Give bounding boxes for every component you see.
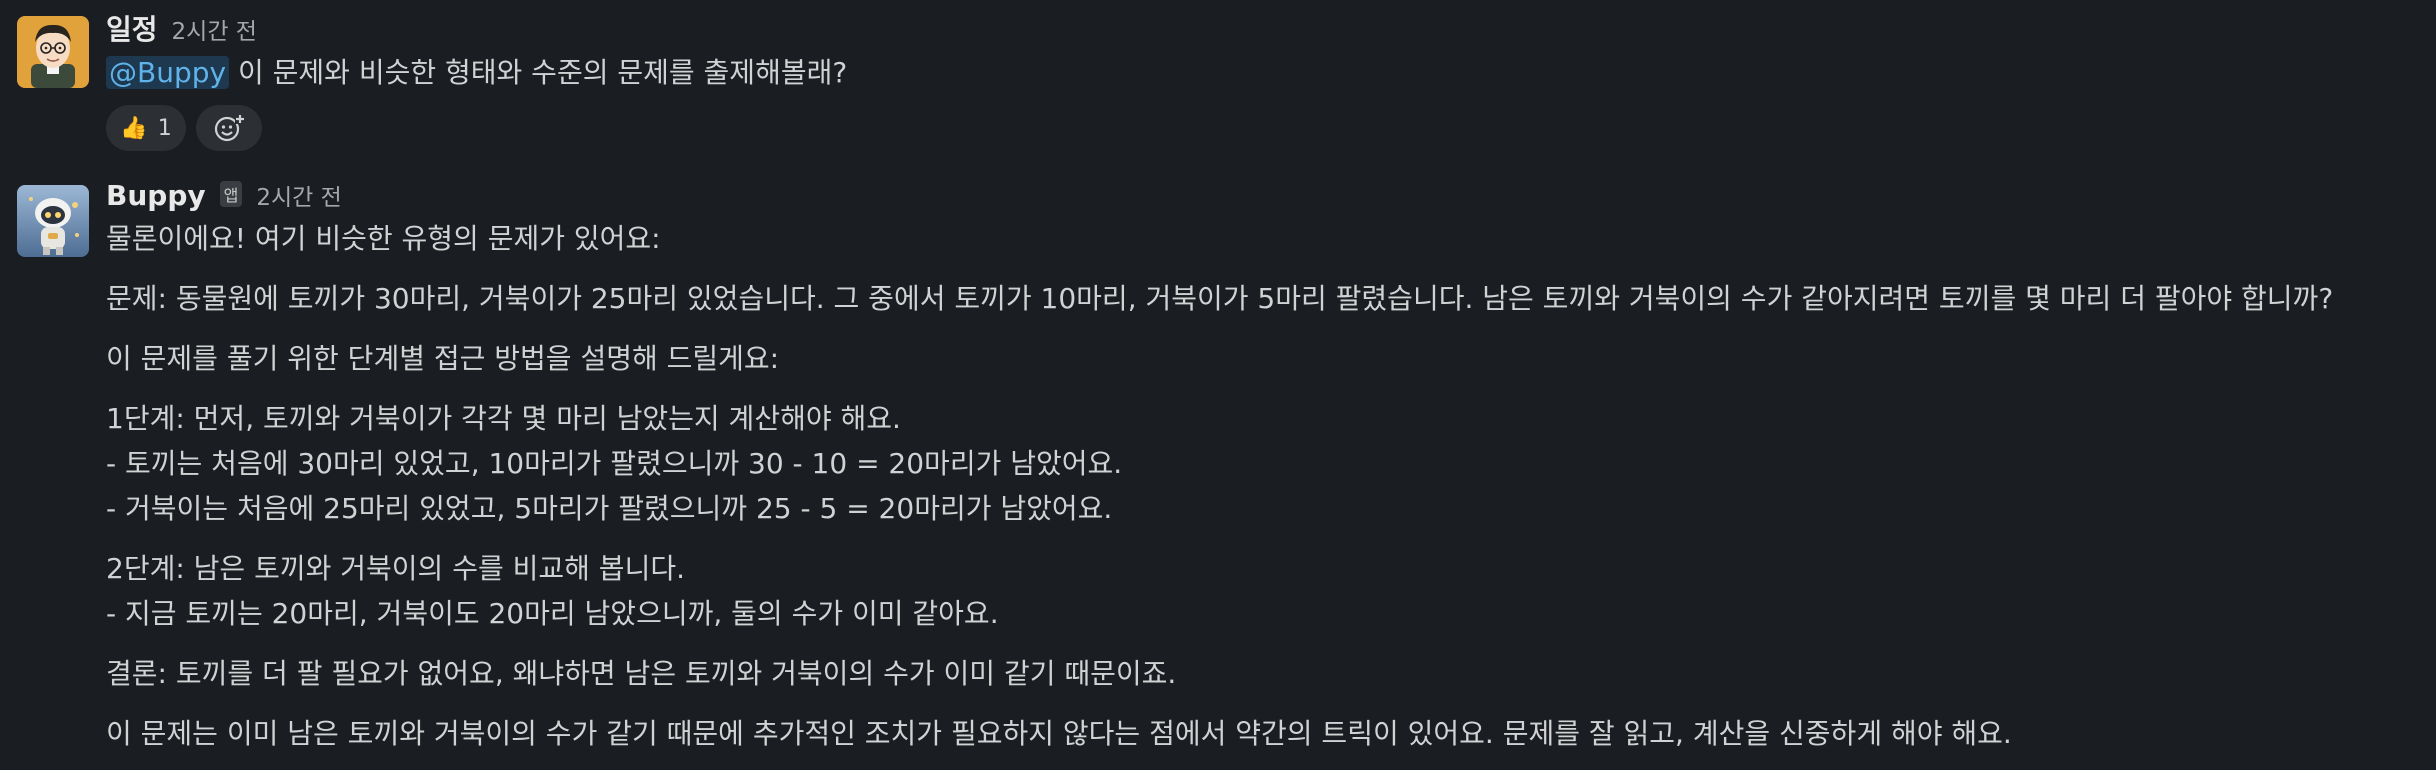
text-line: 2단계: 남은 토끼와 거북이의 수를 비교해 봅니다. <box>106 552 685 585</box>
app-badge: 앱 <box>219 181 243 207</box>
text-line: - 토끼는 처음에 30마리 있었고, 10마리가 팔렸으니까 30 - 10 … <box>106 447 1123 480</box>
message-header: 일정 2시간 전 <box>106 8 847 48</box>
paragraph: 결론: 토끼를 더 팔 필요가 없어요, 왜냐하면 남은 토끼와 거북이의 수가… <box>106 651 2333 696</box>
paragraph: 이 문제는 이미 남은 토끼와 거북이의 수가 같기 때문에 추가적인 조치가 … <box>106 711 2333 756</box>
text-line: 이 문제를 풀기 위한 단계별 접근 방법을 설명해 드릴게요: <box>106 342 780 375</box>
text-line: 문제: 동물원에 토끼가 30마리, 거북이가 25마리 있었습니다. 그 중에… <box>106 282 2334 315</box>
message-text: @Buppy 이 문제와 비슷한 형태와 수준의 문제를 출제해볼래? <box>106 50 847 95</box>
reactions-bar: 👍 1 <box>106 105 847 151</box>
paragraph: 이 문제를 풀기 위한 단계별 접근 방법을 설명해 드릴게요: <box>106 336 2333 381</box>
paragraph: 2단계: 남은 토끼와 거북이의 수를 비교해 봅니다. - 지금 토끼는 20… <box>106 546 2333 636</box>
text-line: 결론: 토끼를 더 팔 필요가 없어요, 왜냐하면 남은 토끼와 거북이의 수가… <box>106 657 1177 690</box>
timestamp[interactable]: 2시간 전 <box>256 178 341 212</box>
timestamp[interactable]: 2시간 전 <box>172 12 257 46</box>
message-header: Buppy 앱 2시간 전 <box>106 178 2333 218</box>
text-line: 물론이에요! 여기 비슷한 유형의 문제가 있어요: <box>106 222 661 255</box>
paragraph: 물론이에요! 여기 비슷한 유형의 문제가 있어요: <box>106 216 2333 261</box>
paragraph: 1단계: 먼저, 토끼와 거북이가 각각 몇 마리 남았는지 계산해야 해요. … <box>106 396 2333 531</box>
text-line: - 지금 토끼는 20마리, 거북이도 20마리 남았으니까, 둘의 수가 이미… <box>106 597 999 630</box>
text-line: 1단계: 먼저, 토끼와 거북이가 각각 몇 마리 남았는지 계산해야 해요. <box>106 402 901 435</box>
author-name[interactable]: 일정 <box>106 8 158 48</box>
reaction-count: 1 <box>157 115 172 141</box>
avatar[interactable] <box>17 16 89 88</box>
mention-link[interactable]: @Buppy <box>106 56 230 89</box>
message-body: 이 문제와 비슷한 형태와 수준의 문제를 출제해볼래? <box>237 56 848 89</box>
reaction-pill[interactable]: 👍 1 <box>106 105 186 151</box>
text-line: - 거북이는 처음에 25마리 있었고, 5마리가 팔렸으니까 25 - 5 =… <box>106 492 1113 525</box>
paragraph: 문제: 동물원에 토끼가 30마리, 거북이가 25마리 있었습니다. 그 중에… <box>106 276 2333 321</box>
add-reaction-button[interactable] <box>196 105 262 151</box>
add-reaction-icon <box>214 114 245 142</box>
author-name[interactable]: Buppy <box>106 179 206 212</box>
message-body: 물론이에요! 여기 비슷한 유형의 문제가 있어요: 문제: 동물원에 토끼가 … <box>106 216 2333 756</box>
text-line: 이 문제는 이미 남은 토끼와 거북이의 수가 같기 때문에 추가적인 조치가 … <box>106 717 2012 750</box>
bot-avatar[interactable] <box>17 185 89 257</box>
thumbs-up-icon: 👍 <box>120 115 148 141</box>
